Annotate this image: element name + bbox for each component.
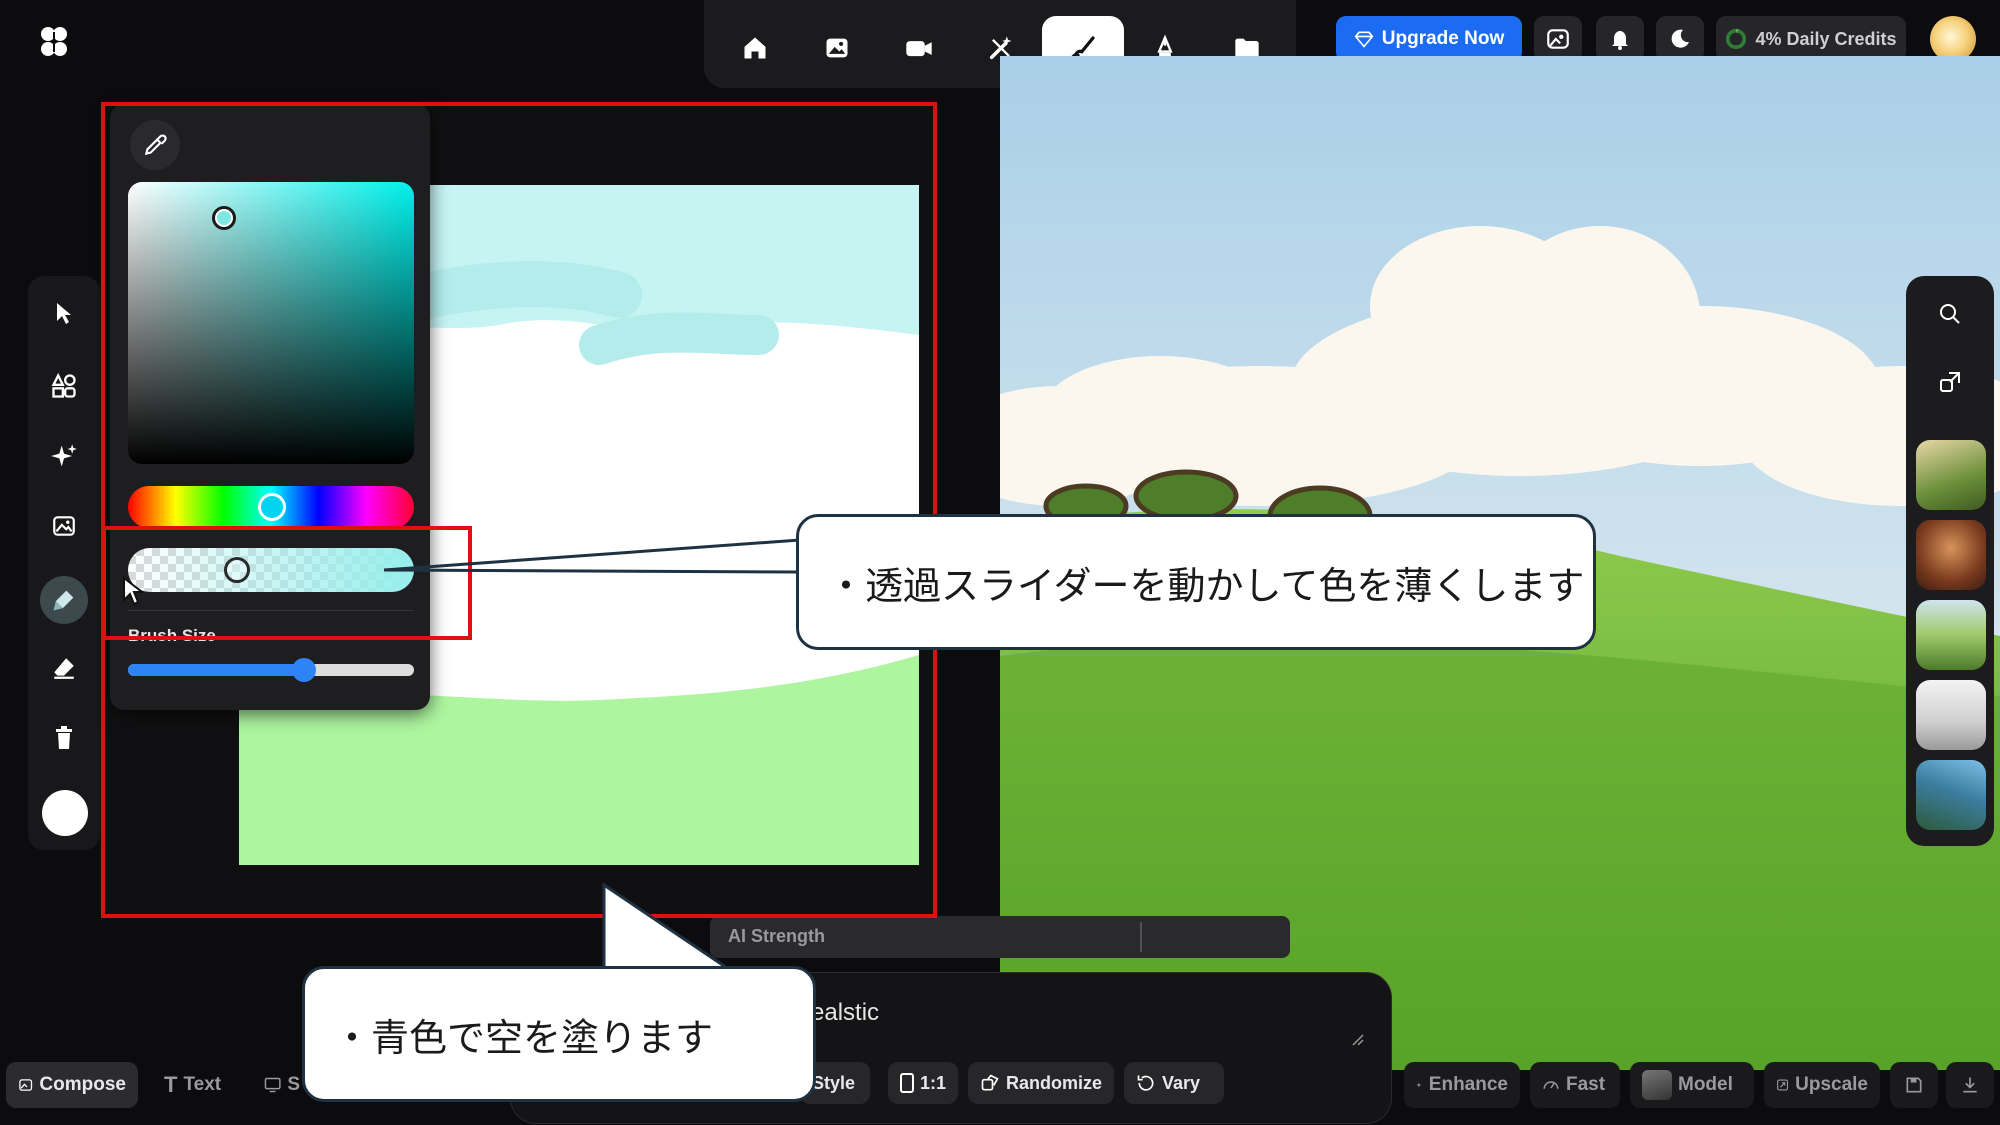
fast-button[interactable]: Fast [1530,1062,1620,1108]
trash-icon [56,726,72,749]
credits-ring-icon [1726,28,1747,50]
image-icon [53,516,75,536]
left-toolbar [28,276,100,850]
ai-strength-label: AI Strength [728,926,825,946]
save-icon [1906,1077,1922,1093]
upscale-icon [1777,1079,1789,1091]
highlight-canvas-box [101,102,937,918]
image-tool[interactable] [40,502,88,550]
text-tab[interactable]: T Text [152,1062,244,1108]
bottom-bar: Compose T Text S Enhance Fast Model Upsc… [0,1062,2000,1125]
upgrade-label: Upgrade Now [1381,28,1505,49]
model-avatar [1642,1070,1672,1100]
sparkle-icon [1416,1082,1422,1088]
moon-icon [1671,29,1689,48]
search-button[interactable] [1926,290,1974,338]
history-thumbnail[interactable] [1916,600,1986,670]
text-label: Text [183,1074,222,1095]
resize-handle-icon[interactable] [1351,1033,1365,1047]
search-icon [1940,304,1960,324]
share-button[interactable] [1926,358,1974,406]
video-icon [906,41,932,57]
eraser-icon [54,658,74,679]
model-button[interactable]: Model [1630,1062,1754,1108]
prompt-text[interactable]: ealstic [811,999,879,1027]
save-button[interactable] [1890,1062,1938,1108]
current-color-swatch[interactable] [42,790,88,836]
enhance-button[interactable]: Enhance [1404,1062,1520,1108]
ai-sparkle-tool[interactable] [40,432,88,480]
history-thumbnail[interactable] [1916,760,1986,830]
home-icon [744,37,766,59]
history-thumbnail[interactable] [1916,680,1986,750]
shapes-icon [51,372,76,398]
home-mode-button[interactable] [714,16,796,80]
share-icon [1940,372,1960,392]
compose-label: Compose [39,1074,126,1095]
history-thumbnail[interactable] [1916,520,1986,590]
text-t-icon: T [164,1072,178,1097]
eraser-tool[interactable] [40,644,88,692]
sparkle-icon [51,444,77,467]
image-icon [19,1079,33,1091]
select-tool[interactable] [40,290,88,338]
ai-strength-handle[interactable] [1140,922,1142,952]
gallery-icon [1547,29,1569,49]
compose-tab[interactable]: Compose [6,1062,138,1108]
third-tab-label: S [287,1074,300,1095]
fast-label: Fast [1566,1074,1606,1095]
bell-icon [1612,31,1628,50]
monitor-icon [264,1077,281,1093]
image-icon [826,38,848,58]
brush-tool[interactable] [40,576,88,624]
delete-tool[interactable] [40,714,88,762]
model-label: Model [1678,1074,1733,1095]
upscale-label: Upscale [1795,1074,1868,1095]
right-rail [1906,276,1994,846]
image-mode-button[interactable] [796,16,878,80]
ai-strength-slider[interactable]: AI Strength [710,916,1290,958]
enhance-label: Enhance [1428,1074,1508,1095]
callout-opacity-tip: ・透過スライダーを動かして色を薄くします [796,514,1596,650]
download-button[interactable] [1946,1062,1994,1108]
app-logo[interactable] [36,24,72,60]
brush-icon [53,590,74,611]
upscale-button[interactable]: Upscale [1764,1062,1880,1108]
video-mode-button[interactable] [878,16,960,80]
speedometer-icon [1543,1081,1559,1089]
callout-sky-tip: ・青色で空を塗ります [302,966,816,1102]
highlight-opacity-box [102,526,472,640]
diamond-icon [1354,31,1374,48]
credits-label: 4% Daily Credits [1755,28,1897,49]
cursor-icon [57,303,71,324]
history-thumbnail[interactable] [1916,440,1986,510]
download-icon [1963,1077,1977,1093]
shapes-tool[interactable] [40,362,88,410]
